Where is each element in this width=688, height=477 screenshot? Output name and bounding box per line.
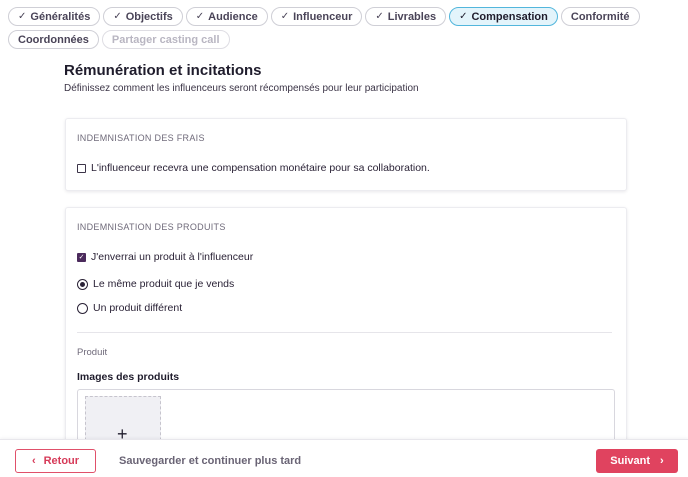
step-partager-casting-call: Partager casting call xyxy=(101,30,230,49)
step-label: Généralités xyxy=(30,10,91,23)
check-icon: ✓ xyxy=(459,11,468,22)
footer-bar: ‹ Retour Sauvegarder et continuer plus t… xyxy=(0,439,688,477)
check-icon: ✓ xyxy=(18,11,27,22)
produit-checkbox-row[interactable]: ✓ J'enverrai un produit à l'influenceur xyxy=(77,251,253,263)
step-compensation[interactable]: ✓ Compensation xyxy=(449,7,558,26)
page-subtitle: Définissez comment les influenceurs sero… xyxy=(64,83,419,94)
divider xyxy=(77,332,612,333)
section-label-frais: INDEMNISATION DES FRAIS xyxy=(77,133,205,143)
check-icon: ✓ xyxy=(280,11,290,22)
radio-unselected-icon[interactable] xyxy=(77,302,88,314)
step-livrables[interactable]: ✓ Livrables xyxy=(365,7,447,26)
card-indemnisation-produits: INDEMNISATION DES PRODUITS ✓ J'enverrai … xyxy=(65,207,627,456)
page-title: Rémunération et incitations xyxy=(64,62,262,79)
step-label: Compensation xyxy=(471,10,548,23)
step-label: Audience xyxy=(208,10,258,23)
step-label: Coordonnées xyxy=(18,33,89,46)
step-nav: ✓ Généralités ✓ Objectifs ✓ Audience ✓ Influ… xyxy=(8,7,680,49)
save-later-link[interactable]: Sauvegarder et continuer plus tard xyxy=(119,455,301,467)
produit-checkbox[interactable]: ✓ xyxy=(77,252,86,262)
next-button-label: Suivant xyxy=(610,455,651,467)
step-label: Partager casting call xyxy=(111,33,220,46)
next-button[interactable]: Suivant › xyxy=(596,449,678,473)
back-button[interactable]: ‹ Retour xyxy=(15,449,96,473)
step-generalites[interactable]: ✓ Généralités xyxy=(8,7,101,26)
section-label-produits: INDEMNISATION DES PRODUITS xyxy=(77,222,226,232)
page-header: Rémunération et incitations Définissez c… xyxy=(64,62,628,94)
images-produits-label: Images des produits xyxy=(77,371,180,383)
step-conformite[interactable]: Conformité xyxy=(560,7,640,26)
step-label: Influenceur xyxy=(293,10,353,23)
card-indemnisation-frais: INDEMNISATION DES FRAIS L'influenceur re… xyxy=(65,118,627,191)
check-icon: ✓ xyxy=(195,11,205,22)
step-label: Livrables xyxy=(387,10,437,23)
frais-checkbox[interactable] xyxy=(77,163,86,173)
back-button-label: Retour xyxy=(43,455,80,467)
produit-checkbox-label: J'enverrai un produit à l'influenceur xyxy=(91,251,254,263)
step-coordonnees[interactable]: Coordonnées xyxy=(8,30,99,49)
step-audience[interactable]: ✓ Audience xyxy=(185,7,268,26)
frais-checkbox-row[interactable]: L'influenceur recevra une compensation m… xyxy=(77,162,430,174)
chevron-right-icon: › xyxy=(660,455,664,467)
step-label: Conformité xyxy=(570,10,630,23)
check-icon: ✓ xyxy=(113,11,122,22)
frais-checkbox-label: L'influenceur recevra une compensation m… xyxy=(91,162,430,174)
radio-different-product[interactable]: Un produit différent xyxy=(77,302,182,314)
chevron-left-icon: ‹ xyxy=(31,455,36,467)
check-icon: ✓ xyxy=(375,11,384,22)
radio-selected-icon[interactable] xyxy=(77,278,88,290)
step-objectifs[interactable]: ✓ Objectifs xyxy=(103,7,183,26)
radio-same-label: Le même produit que je vends xyxy=(93,278,235,290)
radio-same-product[interactable]: Le même produit que je vends xyxy=(77,278,234,290)
radio-different-label: Un produit différent xyxy=(93,302,183,314)
step-influenceur[interactable]: ✓ Influenceur xyxy=(270,7,363,26)
step-label: Objectifs xyxy=(125,10,173,23)
produit-label: Produit xyxy=(77,347,108,358)
